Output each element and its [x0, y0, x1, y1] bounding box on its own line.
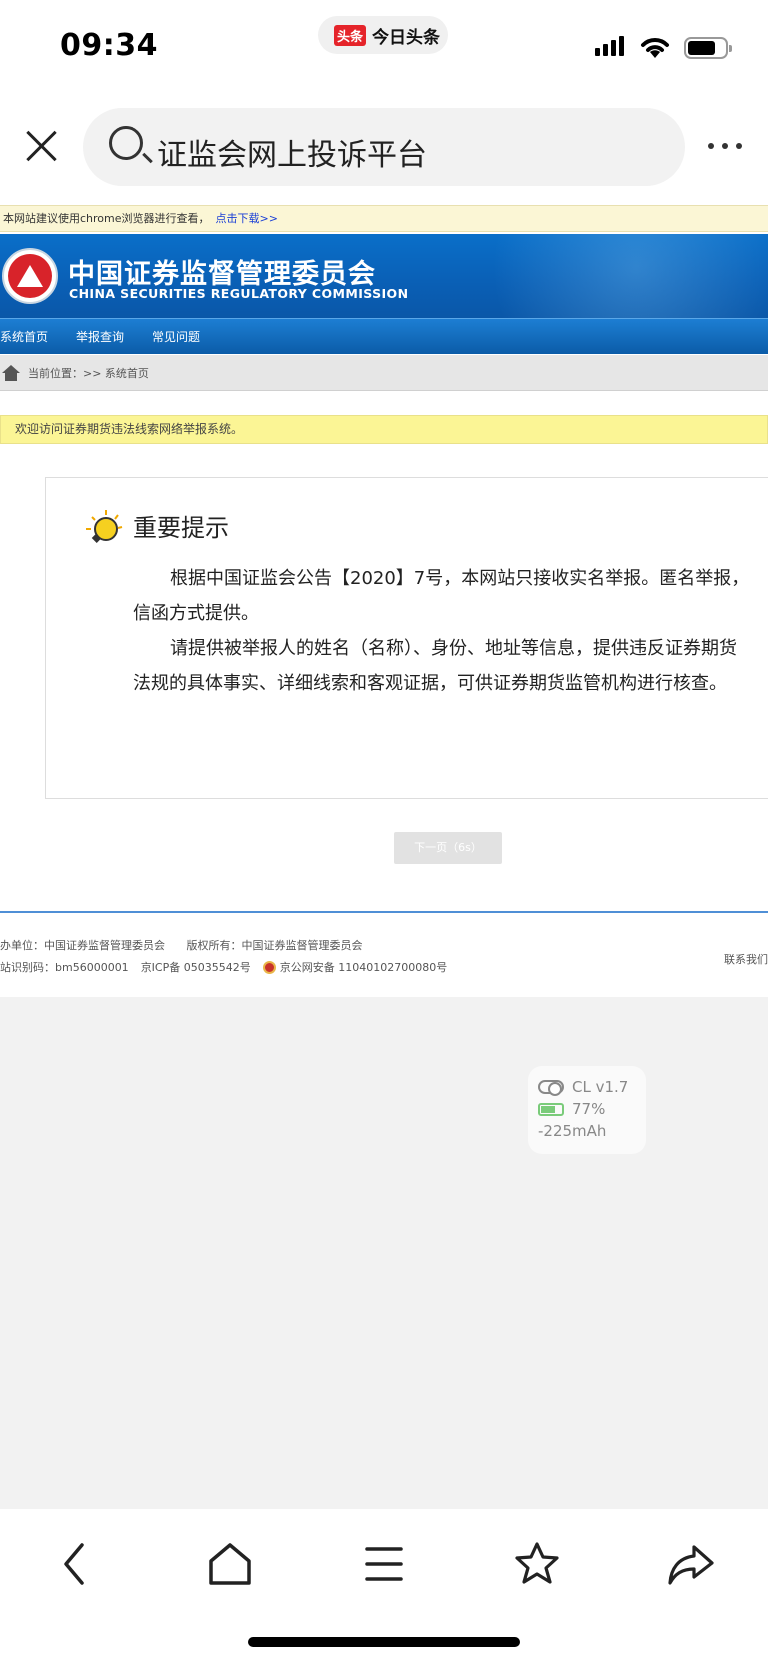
download-link[interactable]: 点击下载>>: [216, 212, 278, 225]
footer-line-2: 站识别码：bm56000001 京ICP备 05035542号 京公网安备 11…: [0, 959, 447, 975]
status-bar: 09:34 头条 今日头条: [0, 0, 768, 100]
menu-icon[interactable]: [359, 1539, 409, 1589]
footer-sponsor: 办单位：中国证券监督管理委员会: [0, 939, 165, 952]
notice-line-2: 信函方式提供。: [133, 603, 259, 624]
breadcrumb: 当前位置：>> 系统首页: [0, 355, 768, 391]
wifi-icon: [641, 38, 669, 58]
home-indicator: [248, 1637, 520, 1647]
site-banner: 中国证券监督管理委员会 CHINA SECURITIES REGULATORY …: [0, 234, 768, 318]
footer-icp[interactable]: 京ICP备 05035542号: [141, 959, 251, 975]
search-input[interactable]: 证监会网上投诉平台: [83, 108, 685, 186]
next-page-button[interactable]: 下一页（6s）: [394, 832, 502, 864]
nav-item-report-query[interactable]: 举报查询: [76, 328, 124, 345]
browser-notice-text: 本网站建议使用chrome浏览器进行查看，: [3, 212, 210, 225]
overlay-version: CL v1.7: [572, 1078, 629, 1096]
search-query: 证监会网上投诉平台: [157, 138, 427, 173]
browser-notice: 本网站建议使用chrome浏览器进行查看， 点击下载>>: [0, 205, 768, 232]
notice-line-1: 根据中国证监会公告【2020】7号，本网站只接收实名举报。匿名举报，: [170, 568, 750, 589]
toutiao-logo: 头条: [334, 24, 367, 46]
back-icon[interactable]: [52, 1539, 102, 1589]
more-icon[interactable]: [708, 143, 742, 149]
notice-line-3: 请提供被举报人的姓名（名称）、身份、地址等信息，提供违反证券期货: [170, 638, 737, 659]
close-icon[interactable]: [24, 128, 58, 162]
battery-small-icon: [538, 1102, 564, 1116]
cellular-signal-icon: [595, 36, 624, 56]
app-source-pill[interactable]: 头条 今日头条: [318, 16, 448, 54]
site-nav: 系统首页 举报查询 常见问题: [0, 318, 768, 354]
footer-police-record[interactable]: 京公网安备 11040102700080号: [280, 959, 447, 975]
footer-site-id: 站识别码：bm56000001: [0, 961, 129, 974]
share-icon[interactable]: [666, 1539, 716, 1589]
welcome-banner: 欢迎访问证券期货违法线索网络举报系统。: [0, 415, 768, 444]
csrc-logo: [2, 248, 58, 304]
status-time: 09:34: [60, 28, 158, 63]
bulb-icon: [86, 510, 123, 543]
footer-contact-link[interactable]: 联系我们: [724, 951, 768, 967]
notice-title: 重要提示: [133, 514, 229, 542]
home-nav-icon[interactable]: [205, 1539, 255, 1589]
page-blank-area: [0, 997, 768, 1509]
overlay-battery: 77%: [572, 1100, 606, 1118]
nav-item-home[interactable]: 系统首页: [0, 328, 48, 345]
battery-overlay-widget: CL v1.7 77% -225mAh: [528, 1066, 646, 1154]
footer-copyright: 版权所有：中国证券监督管理委员会: [186, 939, 363, 952]
home-icon: [2, 364, 20, 381]
footer-line-1: 办单位：中国证券监督管理委员会 版权所有：中国证券监督管理委员会: [0, 937, 363, 953]
overlay-current: -225mAh: [538, 1122, 607, 1140]
site-footer: 办单位：中国证券监督管理委员会 版权所有：中国证券监督管理委员会 站识别码：bm…: [0, 911, 768, 997]
toggle-icon: [538, 1080, 564, 1096]
star-icon[interactable]: [512, 1539, 562, 1589]
app-name: 今日头条: [372, 27, 441, 48]
search-icon: [109, 126, 143, 160]
org-name-en: CHINA SECURITIES REGULATORY COMMISSION: [69, 286, 409, 301]
breadcrumb-text: 当前位置：>> 系统首页: [28, 366, 149, 380]
police-badge-icon: [262, 960, 276, 974]
nav-item-faq[interactable]: 常见问题: [152, 328, 200, 345]
battery-icon: [684, 37, 732, 59]
notice-line-4: 法规的具体事实、详细线索和客观证据，可供证券期货监管机构进行核查。: [133, 673, 727, 694]
